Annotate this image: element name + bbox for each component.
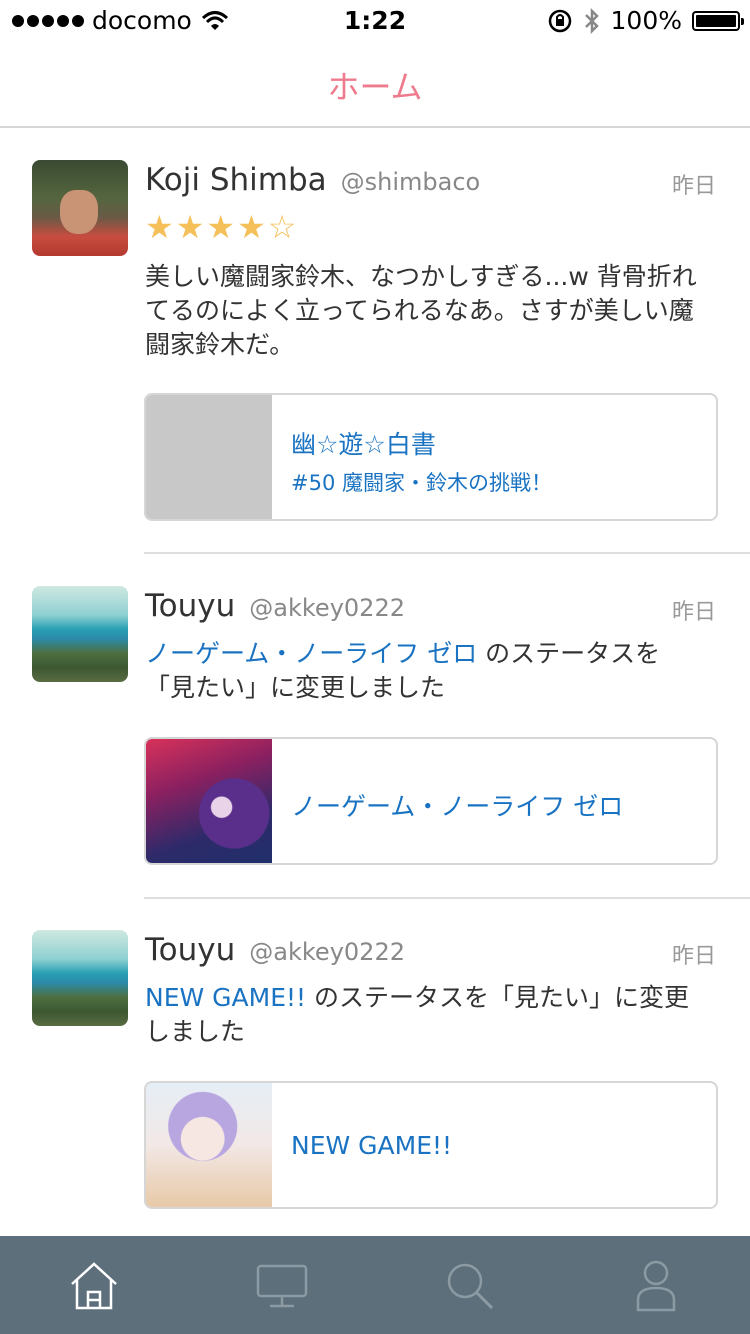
- card-title[interactable]: ノーゲーム・ノーライフ ゼロ: [291, 787, 623, 823]
- star-filled-icon: ★: [206, 208, 238, 246]
- title-card[interactable]: NEW GAME!!: [144, 1081, 718, 1209]
- user-name[interactable]: Touyu @akkey0222: [145, 588, 405, 624]
- card-title[interactable]: 幽☆遊☆白書: [291, 425, 436, 461]
- tab-profile[interactable]: [626, 1256, 686, 1316]
- avatar[interactable]: [32, 586, 128, 682]
- card-title[interactable]: NEW GAME!!: [291, 1131, 452, 1160]
- star-empty-icon: ☆: [267, 208, 299, 246]
- card-thumbnail: [146, 1083, 272, 1207]
- avatar[interactable]: [32, 930, 128, 1026]
- star-filled-icon: ★: [145, 208, 176, 246]
- tv-icon: [256, 1264, 308, 1308]
- search-icon: [447, 1263, 494, 1310]
- tab-bar: [0, 1236, 750, 1334]
- status-right: 100%: [547, 6, 744, 35]
- star-filled-icon: ★: [237, 208, 268, 246]
- star-filled-icon: ★: [175, 208, 207, 246]
- title-link[interactable]: NEW GAME!!: [145, 983, 306, 1012]
- episode-card[interactable]: 幽☆遊☆白書 #50 魔闘家・鈴木の挑戦！: [144, 393, 718, 521]
- status-bar: docomo 1:22 100%: [0, 0, 750, 40]
- card-subtitle[interactable]: #50 魔闘家・鈴木の挑戦！: [291, 467, 552, 497]
- user-handle: @akkey0222: [249, 594, 405, 622]
- tab-search[interactable]: [440, 1256, 500, 1316]
- divider: [144, 897, 750, 899]
- divider: [144, 552, 750, 554]
- orientation-lock-icon: [548, 9, 571, 32]
- post-text: 美しい魔闘家鈴木、なつかしすぎる...w 背骨折れてるのによく立ってられるなあ。…: [145, 262, 697, 359]
- user-handle: @akkey0222: [249, 938, 405, 966]
- card-thumbnail: [146, 739, 272, 863]
- home-icon: [71, 1262, 117, 1310]
- battery-percent: 100%: [610, 6, 682, 35]
- user-name[interactable]: Touyu @akkey0222: [145, 932, 405, 968]
- avatar[interactable]: [32, 160, 128, 256]
- title-card[interactable]: ノーゲーム・ノーライフ ゼロ: [144, 737, 718, 865]
- post-time: 昨日: [671, 600, 716, 625]
- user-name[interactable]: Koji Shimba @shimbaco: [145, 162, 480, 198]
- post-text: NEW GAME!! のステータスを「見たい」に変更しました: [145, 983, 690, 1046]
- post-text: ノーゲーム・ノーライフ ゼロ のステータスを「見たい」に変更しました: [145, 639, 661, 702]
- tab-home[interactable]: [64, 1256, 124, 1316]
- tab-programs[interactable]: [252, 1256, 312, 1316]
- card-thumbnail: [146, 395, 272, 519]
- title-link[interactable]: ノーゲーム・ノーライフ ゼロ: [145, 639, 477, 668]
- user-icon: [636, 1260, 676, 1312]
- bluetooth-icon: [584, 7, 599, 34]
- battery-icon: [692, 10, 744, 31]
- page-title: ホーム: [327, 68, 423, 106]
- post-time: 昨日: [671, 944, 716, 969]
- user-handle: @shimbaco: [340, 168, 481, 196]
- navigation-bar: ホーム: [0, 40, 750, 128]
- rating-stars: ★★★★☆: [145, 208, 298, 246]
- post-time: 昨日: [671, 174, 716, 199]
